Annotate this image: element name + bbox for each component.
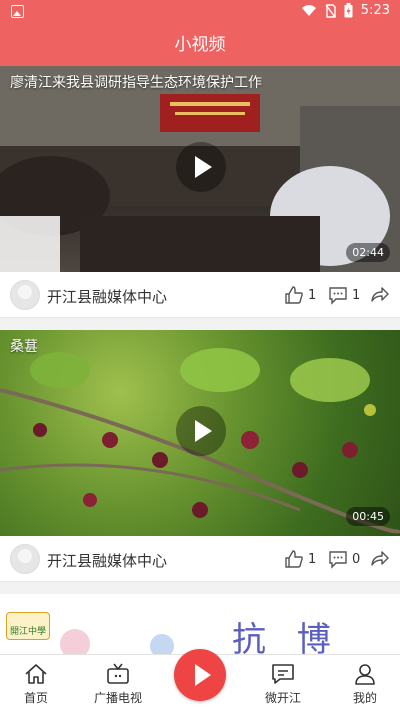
like-count: 1 <box>308 287 317 303</box>
wifi-icon <box>301 5 316 16</box>
no-sim-icon <box>325 3 336 18</box>
video-meta-1: 开江县融媒体中心 1 1 <box>0 272 400 318</box>
battery-icon <box>344 3 353 18</box>
center-play-button[interactable] <box>174 649 226 701</box>
school-logo-text: 開江中學 <box>10 627 47 637</box>
clock: 5:23 <box>360 3 390 18</box>
comment-button[interactable]: 1 <box>328 285 360 305</box>
banner-text: 抗 博 <box>232 620 341 654</box>
tv-icon <box>107 663 129 684</box>
page-title: 小视频 <box>174 35 226 55</box>
video-duration: 00:45 <box>346 507 390 526</box>
video-meta-2: 开江县融媒体中心 1 0 <box>0 536 400 582</box>
status-bar: 5:23 <box>0 0 400 24</box>
home-icon <box>25 664 47 684</box>
bottom-tab-bar: 首页 广播电视 微开江 我的 <box>0 649 400 711</box>
video-feed[interactable]: 廖清江来我县调研指导生态环境保护工作 02:44 开江县融媒体中心 1 1 桑葚… <box>0 66 400 654</box>
thumbs-up-icon <box>285 286 303 304</box>
separator <box>0 318 400 330</box>
like-button[interactable]: 1 <box>284 285 316 305</box>
play-button[interactable] <box>176 142 226 192</box>
play-button[interactable] <box>176 406 226 456</box>
video-card-1[interactable]: 廖清江来我县调研指导生态环境保护工作 02:44 <box>0 66 400 272</box>
share-icon[interactable] <box>370 284 390 304</box>
tab-label: 微开江 <box>264 691 301 705</box>
video-title: 廖清江来我县调研指导生态环境保护工作 <box>10 75 262 91</box>
video-title: 桑葚 <box>10 339 38 355</box>
comment-icon <box>329 287 347 305</box>
tab-broadcast-tv[interactable]: 广播电视 <box>83 663 153 706</box>
video-card-3-banner[interactable]: 開江中學 抗 博 <box>0 594 400 654</box>
separator <box>0 582 400 594</box>
like-count: 1 <box>308 551 317 567</box>
status-icons: 5:23 <box>301 3 390 18</box>
share-icon[interactable] <box>370 548 390 568</box>
image-notification-icon <box>11 5 24 18</box>
tab-label: 广播电视 <box>93 691 142 705</box>
tab-home[interactable]: 首页 <box>1 663 71 706</box>
author-name[interactable]: 开江县融媒体中心 <box>47 286 167 307</box>
tab-wei-kaijiang[interactable]: 微开江 <box>248 663 318 706</box>
cartoon-figure <box>150 634 174 654</box>
avatar[interactable] <box>10 544 40 574</box>
comment-count: 0 <box>352 551 361 567</box>
video-card-2[interactable]: 桑葚 00:45 <box>0 330 400 536</box>
thumbs-up-icon <box>285 550 303 568</box>
tab-me[interactable]: 我的 <box>330 663 400 706</box>
comment-count: 1 <box>352 287 361 303</box>
message-icon <box>272 664 294 684</box>
comment-icon <box>329 551 347 569</box>
comment-button[interactable]: 0 <box>328 549 360 569</box>
cartoon-figure <box>60 629 90 654</box>
tab-label: 首页 <box>23 691 48 705</box>
like-button[interactable]: 1 <box>284 549 316 569</box>
user-icon <box>355 664 375 685</box>
avatar[interactable] <box>10 280 40 310</box>
app-bar: 小视频 <box>0 24 400 66</box>
author-name[interactable]: 开江县融媒体中心 <box>47 550 167 571</box>
tab-label: 我的 <box>352 691 377 705</box>
video-duration: 02:44 <box>346 243 390 262</box>
